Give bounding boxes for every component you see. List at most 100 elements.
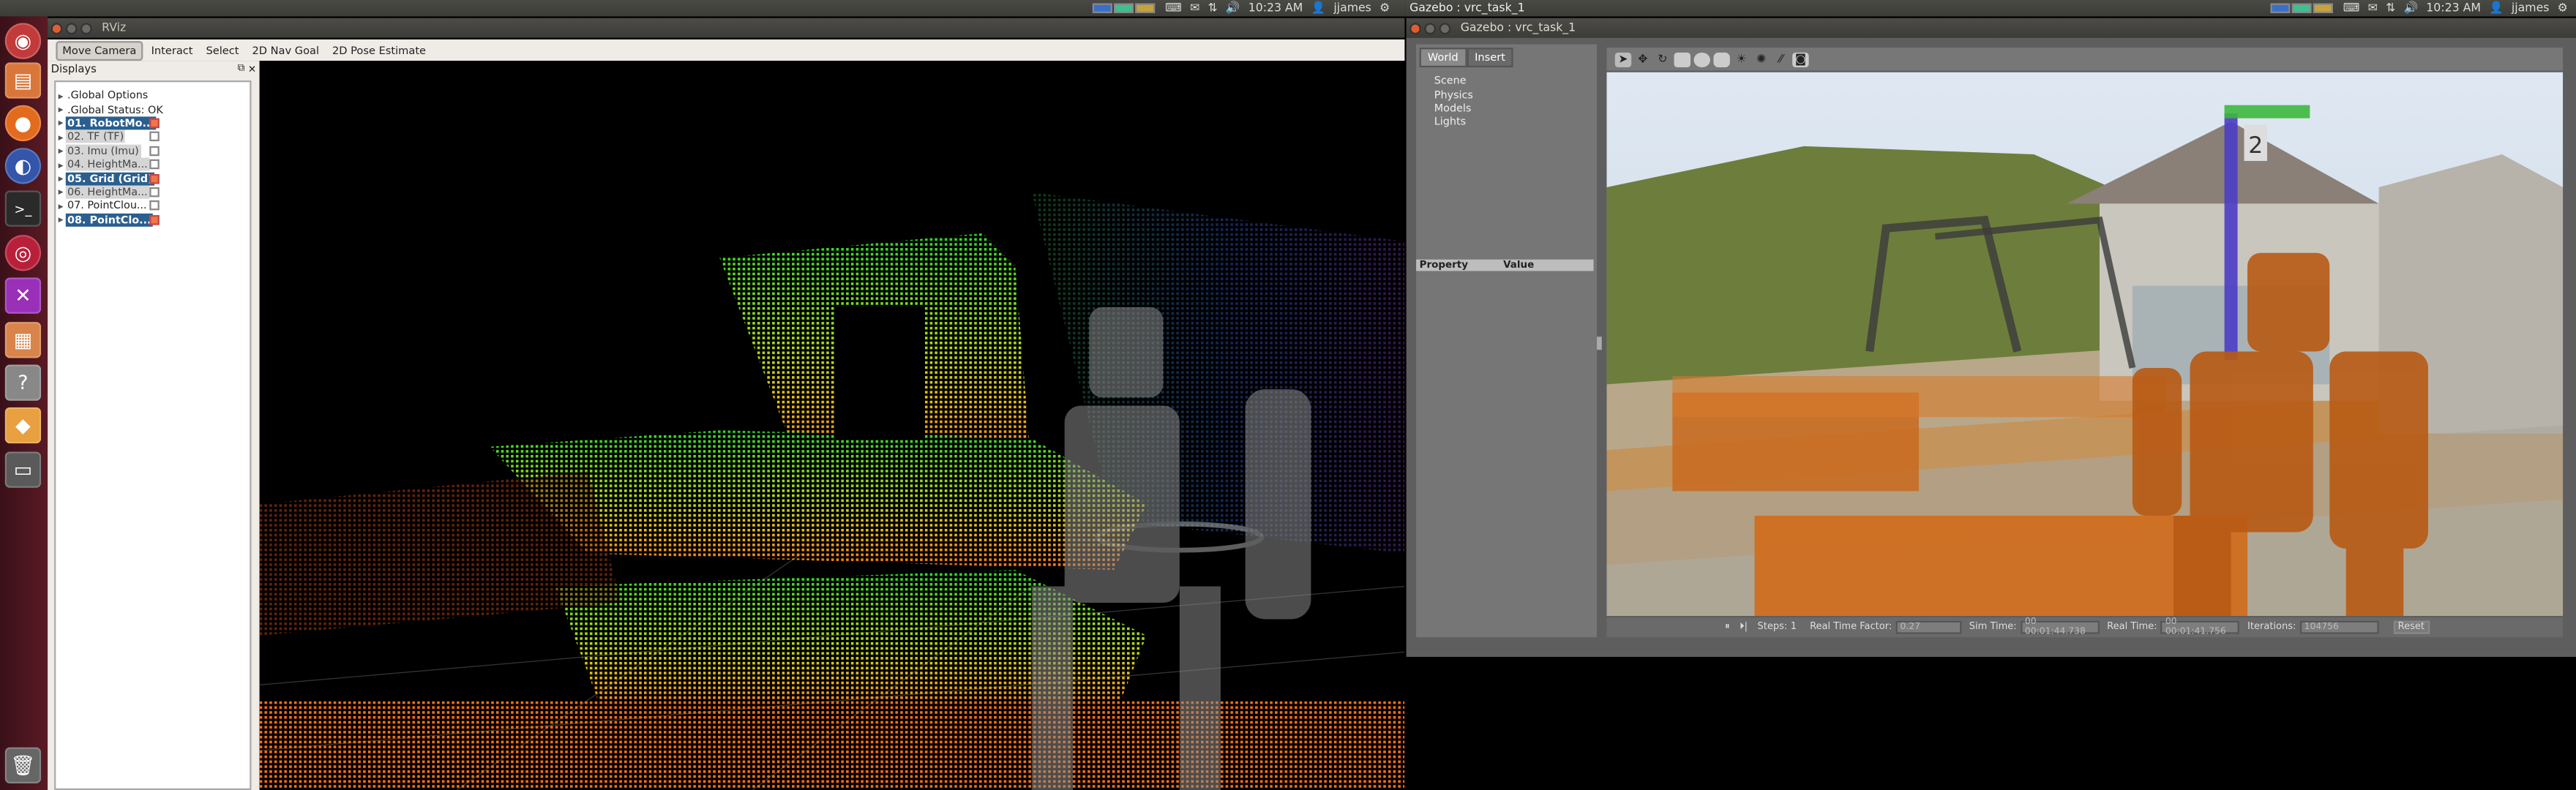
tree-item-scene[interactable]: Scene: [1434, 74, 1597, 88]
pause-icon[interactable]: ⏸: [1725, 622, 1730, 633]
rotate-icon[interactable]: ↻: [1655, 52, 1671, 67]
close-button[interactable]: [50, 22, 63, 34]
display-item[interactable]: ▶ 04. HeightMa...: [56, 157, 250, 171]
directional-light-icon[interactable]: ⁄⁄: [1772, 52, 1789, 67]
browser-icon[interactable]: ◐: [4, 148, 42, 184]
display-checkbox[interactable]: [149, 159, 160, 170]
display-checkbox[interactable]: [149, 146, 160, 156]
reset-button[interactable]: Reset: [2392, 620, 2430, 634]
system-monitor-indicator[interactable]: [1093, 3, 1157, 13]
float-icon[interactable]: ⧉: [238, 62, 245, 75]
step-icon[interactable]: ⏵|: [1740, 622, 1748, 633]
close-button[interactable]: [1409, 22, 1421, 34]
tree-item-physics[interactable]: Physics: [1434, 88, 1597, 102]
display-checkbox[interactable]: [149, 132, 160, 142]
volume-icon[interactable]: 🔊: [2403, 1, 2418, 15]
expand-arrow-icon[interactable]: ▶: [56, 133, 65, 141]
display-item[interactable]: ▶ 08. PointClo...: [56, 213, 250, 227]
camera-icon[interactable]: ◙: [1792, 51, 1809, 67]
ubuntu-one-icon[interactable]: ◎: [4, 235, 42, 271]
display-checkbox[interactable]: [149, 173, 160, 184]
display-item[interactable]: ▶ 01. RobotMo...: [56, 116, 250, 130]
keyboard-icon[interactable]: ⌨: [2343, 1, 2360, 15]
firefox-icon[interactable]: ●: [4, 105, 42, 142]
software-center-icon[interactable]: ▦: [4, 322, 42, 358]
help-icon[interactable]: ?: [4, 364, 42, 401]
keyboard-icon[interactable]: ⌨: [1165, 1, 1182, 15]
system-monitor-indicator-2[interactable]: [2270, 3, 2335, 13]
move-camera-tool[interactable]: Move Camera: [56, 40, 143, 60]
cylinder-icon[interactable]: [1713, 51, 1730, 67]
files-icon[interactable]: ▤: [4, 62, 42, 99]
display-item[interactable]: ▶ .Global Options: [56, 89, 250, 102]
nav-goal-tool[interactable]: 2D Nav Goal: [247, 42, 324, 58]
select-tool[interactable]: Select: [201, 42, 244, 58]
mail-icon[interactable]: ✉: [2368, 1, 2378, 15]
display-checkbox[interactable]: [149, 187, 160, 198]
close-panel-icon[interactable]: ✕: [248, 63, 256, 75]
tab-world[interactable]: World: [1419, 48, 1467, 68]
gazebo-titlebar[interactable]: Gazebo : vrc_task_1: [1406, 18, 2576, 38]
interact-tool[interactable]: Interact: [146, 42, 198, 58]
gear-icon[interactable]: ⚙: [1379, 1, 1390, 15]
translate-icon[interactable]: ✥: [1635, 52, 1651, 67]
box-icon[interactable]: [1674, 51, 1691, 67]
expand-arrow-icon[interactable]: ▶: [56, 119, 65, 127]
display-item[interactable]: ▶ .Global Status: OK: [56, 102, 250, 116]
maximize-button[interactable]: [80, 22, 92, 34]
volume-icon[interactable]: 🔊: [1226, 1, 1240, 15]
gear-icon[interactable]: ⚙: [2558, 1, 2568, 15]
tree-item-models[interactable]: Models: [1434, 102, 1597, 116]
point-light-icon[interactable]: ☀: [1733, 52, 1749, 67]
network-icon[interactable]: ⇅: [2386, 1, 2395, 15]
displays-tree[interactable]: ▶ .Global Options ▶ .Global Status: OK ▶ 01. …: [54, 80, 252, 790]
rviz-3d-view[interactable]: [259, 61, 1405, 790]
display-checkbox[interactable]: [149, 214, 160, 225]
expand-arrow-icon[interactable]: ▶: [56, 216, 65, 224]
trash-icon[interactable]: 🗑: [4, 747, 42, 784]
expand-arrow-icon[interactable]: ▶: [56, 146, 65, 154]
display-checkbox[interactable]: [149, 200, 160, 211]
maximize-button[interactable]: [1439, 22, 1451, 34]
minimize-button[interactable]: [65, 22, 78, 34]
expand-arrow-icon[interactable]: ▶: [56, 188, 65, 196]
expand-arrow-icon[interactable]: ▶: [56, 174, 65, 182]
expand-arrow-icon[interactable]: ▶: [56, 105, 65, 113]
expand-arrow-icon[interactable]: ▶: [56, 91, 65, 99]
expand-arrow-icon[interactable]: ▶: [56, 160, 65, 168]
gazebo-sidebar: World Insert Scene Physics Models Lights…: [1416, 44, 1598, 638]
world-tree[interactable]: Scene Physics Models Lights: [1416, 67, 1597, 129]
user-name[interactable]: jjames: [2512, 1, 2550, 15]
display-item[interactable]: ▶ 05. Grid (Grid): [56, 171, 250, 185]
app-icon[interactable]: ✕: [4, 277, 42, 314]
sphere-icon[interactable]: [1693, 51, 1710, 67]
simulation-scene[interactable]: 2: [1606, 72, 2564, 616]
rviz-titlebar[interactable]: RViz: [48, 18, 1405, 38]
display-item[interactable]: ▶ 03. Imu (Imu): [56, 144, 250, 158]
clock[interactable]: 10:23 AM: [2426, 1, 2481, 15]
display-checkbox[interactable]: [149, 118, 160, 129]
mail-icon[interactable]: ✉: [1190, 1, 1199, 15]
terminal-icon[interactable]: >_: [4, 190, 42, 227]
steps-value[interactable]: 1: [1791, 622, 1797, 632]
workspace-icon[interactable]: ▭: [4, 451, 42, 488]
gazebo-3d-view[interactable]: 2: [1606, 72, 2564, 616]
expand-arrow-icon[interactable]: ▶: [56, 202, 65, 210]
gazebo-bottom-bar: ⏸ ⏵| Steps: 1 Real Time Factor: 0.27 Sim…: [1606, 617, 2564, 638]
tree-item-lights[interactable]: Lights: [1434, 116, 1597, 129]
point-cloud-view[interactable]: [259, 61, 1405, 790]
tab-insert[interactable]: Insert: [1466, 48, 1514, 68]
network-icon[interactable]: ⇅: [1208, 1, 1217, 15]
user-name[interactable]: jjames: [1333, 1, 1371, 15]
spot-light-icon[interactable]: ✺: [1753, 52, 1769, 67]
select-arrow-icon[interactable]: ➤: [1614, 51, 1632, 67]
minimize-button[interactable]: [1424, 22, 1437, 34]
display-item[interactable]: ▶ 06. HeightMa...: [56, 185, 250, 199]
display-item[interactable]: ▶ 02. TF (TF): [56, 130, 250, 144]
pose-estimate-tool[interactable]: 2D Pose Estimate: [327, 42, 431, 58]
splitter-handle[interactable]: [1597, 336, 1602, 350]
gazebo-icon[interactable]: ◆: [4, 407, 42, 444]
display-item[interactable]: ▶ 07. PointClou...: [56, 199, 250, 213]
clock[interactable]: 10:23 AM: [1248, 1, 1303, 15]
dash-home-icon[interactable]: ◉: [4, 23, 42, 59]
